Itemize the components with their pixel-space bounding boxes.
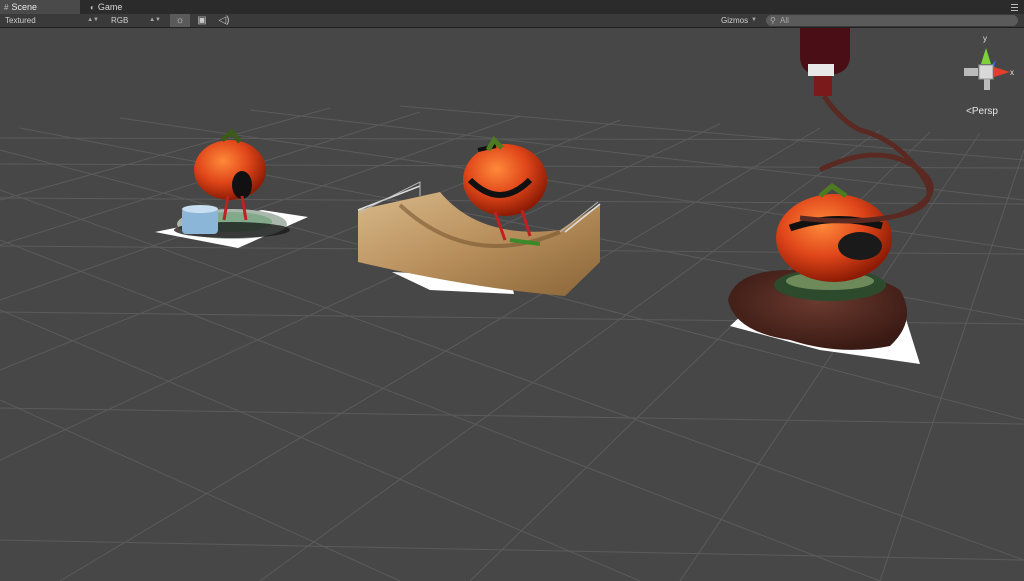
game-icon: ◐ (90, 3, 95, 12)
gizmos-label: Gizmos (721, 16, 749, 25)
render-mode-dropdown[interactable]: Textured ▲▼ (2, 15, 102, 26)
lighting-toggle[interactable]: ☼ (170, 14, 190, 27)
search-placeholder: All (780, 16, 789, 25)
tab-bar: # Scene ◐ Game (0, 0, 1024, 14)
search-icon: ⚲ (770, 16, 776, 25)
projection-label: Persp (971, 106, 998, 117)
effects-toggle[interactable]: ▣ (192, 14, 212, 27)
tab-scene-label: Scene (11, 2, 37, 12)
tab-scene[interactable]: # Scene (0, 0, 80, 14)
scene-toolbar: Textured ▲▼ RGB ▲▼ ☼ ▣ ◁) Gizmos ▼ ⚲ All (0, 14, 1024, 28)
search-input[interactable]: ⚲ All (766, 15, 1018, 26)
projection-toggle[interactable]: <Persp (966, 106, 998, 117)
speaker-icon: ◁) (218, 15, 230, 26)
axis-gizmo-labels: y x (958, 34, 1014, 94)
tab-game[interactable]: ◐ Game (86, 0, 156, 14)
color-mode-dropdown[interactable]: RGB ▲▼ (108, 15, 164, 26)
image-icon: ▣ (197, 15, 207, 26)
pumpkin-character-left[interactable] (155, 128, 308, 248)
chevron-updown-icon: ▲▼ (87, 17, 99, 23)
render-mode-value: Textured (5, 16, 36, 25)
color-mode-value: RGB (111, 16, 129, 25)
scene-icon: # (4, 3, 9, 12)
chevron-down-icon: ▼ (751, 17, 757, 23)
chevron-updown-icon: ▲▼ (149, 17, 161, 23)
pumpkin-character-halfpipe[interactable] (357, 135, 601, 296)
pumpkin-character-right[interactable] (728, 28, 934, 364)
axis-y-label: y (983, 34, 987, 43)
gizmos-dropdown[interactable]: Gizmos ▼ (718, 15, 760, 26)
sun-icon: ☼ (175, 15, 185, 26)
scene-viewport[interactable] (0, 28, 1024, 581)
audio-toggle[interactable]: ◁) (214, 14, 234, 27)
axis-x-label: x (1010, 68, 1014, 77)
tab-game-label: Game (97, 2, 123, 12)
tab-menu-icon[interactable] (1011, 2, 1018, 11)
